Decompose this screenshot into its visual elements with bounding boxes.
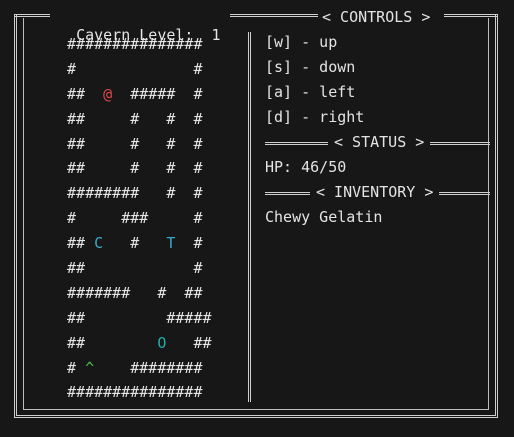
control-action: - up [301,33,338,51]
top-border-mid [230,14,318,17]
map-row: # ^ ######## [67,358,203,377]
control-s: [s] - down [265,58,355,76]
map-row: ####### # ## [67,283,203,302]
map-row: # # [67,59,203,78]
control-action: - left [301,83,356,101]
panel-separator [248,32,253,402]
map-row: ## # [67,259,203,278]
map-row: ############### [67,35,203,53]
item-glyph: O [157,333,167,352]
player-glyph: @ [103,84,113,103]
control-key: [w] [265,33,293,51]
map-row: ############### [67,383,203,402]
control-w: [w] - up [265,33,337,51]
hp-value: 46/50 [301,158,347,176]
controls-title: < CONTROLS > [318,8,435,26]
cavern-map: ############### # # ## @ ##### # ## # # # ##… [67,32,212,405]
map-row: ## # # # [67,159,203,178]
inventory-title: < INVENTORY > [310,183,440,201]
control-a: [a] - left [265,83,355,101]
control-key: [d] [265,108,293,126]
map-row: ## ##### [67,308,212,327]
hp-label: HP: [265,158,293,176]
hp-readout: HP: 46/50 [265,158,346,176]
control-key: [s] [265,58,293,76]
creature-glyph: C [94,234,104,253]
inventory-item: Chewy Gelatin [265,208,383,226]
level-value: 1 [211,26,221,44]
control-action: - right [301,108,365,126]
map-row: ## # # # [67,109,203,128]
top-border-left [14,14,50,17]
map-row: ## @ ##### # [67,84,203,103]
map-row: ## # # # [67,134,203,153]
control-action: - down [301,58,356,76]
control-d: [d] - right [265,108,364,126]
map-row: # ### # [67,209,203,228]
map-row: ## O ## [67,333,212,352]
control-key: [a] [265,83,293,101]
status-title: < STATUS > [328,133,431,151]
creature-glyph: T [166,234,176,253]
top-border-right [444,14,498,17]
map-row: ######## # # [67,184,203,203]
map-row: ## C # T # [67,234,203,253]
stairs-glyph: ^ [85,358,95,377]
